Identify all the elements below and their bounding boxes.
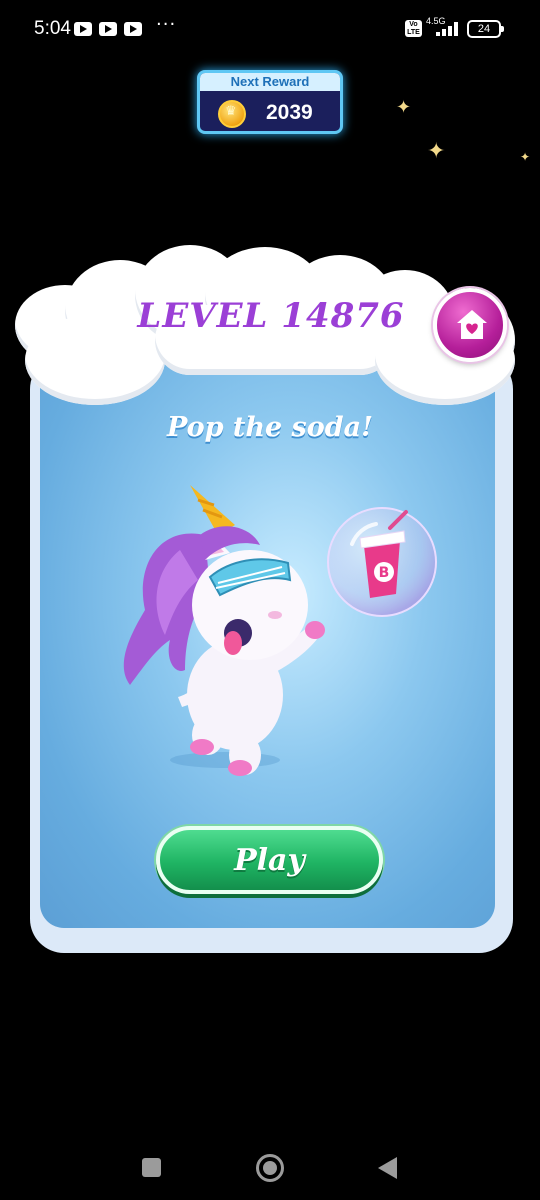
- battery-icon: 24: [467, 20, 504, 38]
- play-button-label: Play: [234, 843, 305, 878]
- home-heart-icon: [457, 310, 487, 339]
- next-reward-panel[interactable]: Next Reward 2039: [197, 70, 343, 134]
- back-icon[interactable]: [378, 1157, 397, 1179]
- sparkle-icon: ✦: [427, 139, 446, 164]
- level-goal-text: Pop the soda!: [167, 412, 373, 443]
- navigation-bar: [0, 1130, 540, 1200]
- more-notifications-icon: ···: [156, 14, 177, 35]
- youtube-icon: [124, 22, 142, 36]
- soda-bubble-icon: B: [327, 507, 437, 617]
- youtube-icon: [74, 22, 92, 36]
- play-button[interactable]: Play: [156, 826, 383, 894]
- svg-text:B: B: [379, 565, 390, 581]
- next-reward-value: 2039: [266, 101, 313, 124]
- home-button[interactable]: [433, 288, 507, 362]
- unicorn-illustration: [123, 485, 325, 776]
- sparkle-icon: ✦: [520, 150, 531, 164]
- signal-icon: [436, 22, 462, 36]
- recent-apps-icon[interactable]: [142, 1158, 161, 1177]
- volte-icon: Vo LTE: [405, 20, 422, 37]
- status-time: 5:04: [34, 18, 71, 39]
- level-title: LEVEL 14876: [137, 296, 405, 336]
- status-bar: 5:04 ··· Vo LTE 4.5G 24: [0, 0, 540, 60]
- home-nav-icon[interactable]: [256, 1154, 284, 1182]
- sparkle-icon: ✦: [396, 97, 412, 118]
- youtube-icon: [99, 22, 117, 36]
- next-reward-label: Next Reward: [200, 73, 340, 91]
- coin-icon: [218, 100, 246, 128]
